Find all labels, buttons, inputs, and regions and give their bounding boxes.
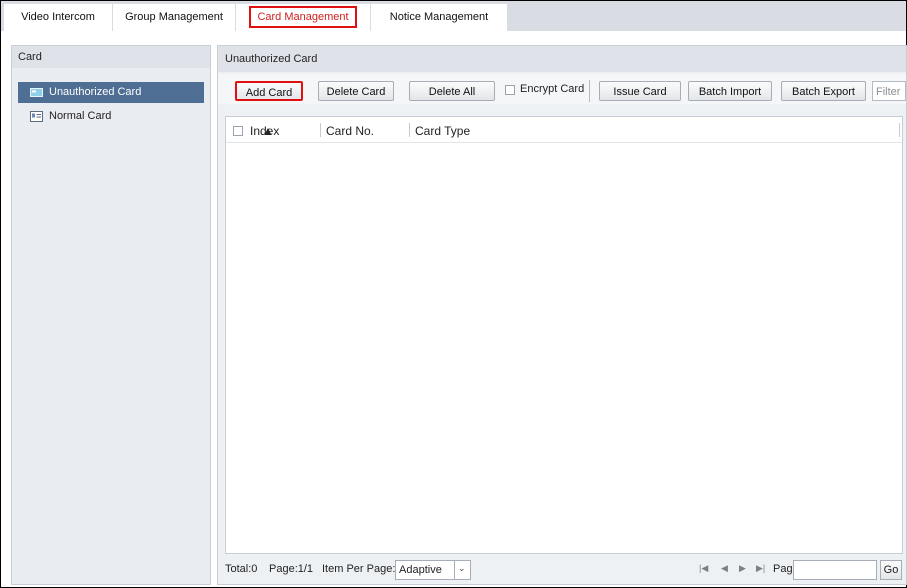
sidebar-item-unauthorized-card[interactable]: Unauthorized Card [18, 82, 204, 103]
column-header-card-type[interactable]: Card Type [415, 124, 470, 138]
toolbar-divider [589, 80, 590, 102]
panel-title: Unauthorized Card [218, 46, 906, 72]
tab-notice-management[interactable]: Notice Management [371, 4, 507, 31]
card-table: ▲ Index Card No. Card Type [225, 116, 903, 554]
items-per-page-value: Adaptive [399, 564, 442, 576]
column-header-index[interactable]: Index [250, 124, 279, 138]
sidebar-item-label: Unauthorized Card [49, 86, 142, 98]
first-page-icon[interactable]: |◀ [699, 563, 708, 574]
items-per-page-label: Item Per Page: [322, 563, 396, 575]
batch-import-button[interactable]: Batch Import [688, 81, 772, 101]
go-button[interactable]: Go [880, 560, 902, 580]
tab-content-top [1, 31, 906, 41]
total-count: Total:0 [225, 563, 258, 575]
items-per-page-select[interactable]: Adaptive ⌄ [395, 560, 471, 580]
tab-card-management[interactable]: Card Management [236, 4, 370, 32]
column-divider[interactable] [899, 123, 900, 137]
last-page-icon[interactable]: ▶| [756, 563, 765, 574]
card-list-panel: Unauthorized Card Add Card Delete Card D… [217, 45, 907, 585]
id-card-icon [30, 111, 43, 122]
sidebar-item-normal-card[interactable]: Normal Card [18, 106, 204, 127]
tab-group-management[interactable]: Group Management [113, 4, 235, 31]
delete-all-button[interactable]: Delete All [409, 81, 495, 101]
app-window: Video Intercom Group Management Card Man… [0, 0, 907, 588]
card-category-panel: Card Unauthorized Card Normal Card [11, 45, 211, 585]
column-divider[interactable] [409, 123, 410, 137]
add-card-button[interactable]: Add Card [235, 81, 303, 101]
column-divider[interactable] [320, 123, 321, 137]
sidebar-item-label: Normal Card [49, 110, 112, 122]
encrypt-card-label: Encrypt Card [520, 83, 585, 95]
card-icon [30, 88, 43, 97]
card-panel-title: Card [12, 46, 210, 68]
table-header: ▲ Index Card No. Card Type [226, 117, 902, 143]
tab-video-intercom[interactable]: Video Intercom [4, 4, 112, 31]
batch-export-button[interactable]: Batch Export [781, 81, 866, 101]
page-number-input[interactable] [793, 560, 877, 580]
next-page-icon[interactable]: ▶ [739, 563, 746, 574]
top-tab-bar: Video Intercom Group Management Card Man… [1, 1, 906, 33]
delete-card-button[interactable]: Delete Card [318, 81, 394, 101]
chevron-down-icon: ⌄ [458, 563, 466, 573]
prev-page-icon[interactable]: ◀ [721, 563, 728, 574]
page-info: Page:1/1 [269, 563, 314, 575]
tab-card-management-label: Card Management [249, 6, 357, 28]
issue-card-button[interactable]: Issue Card [599, 81, 681, 101]
card-toolbar: Add Card Delete Card Delete All Encrypt … [218, 74, 906, 104]
pagination-bar: Total:0 Page:1/1 Item Per Page: Adaptive… [218, 554, 906, 584]
filter-input[interactable]: Filter [872, 81, 906, 101]
select-all-checkbox[interactable] [233, 126, 243, 136]
encrypt-card-checkbox[interactable] [505, 85, 515, 95]
column-header-card-no[interactable]: Card No. [326, 124, 374, 138]
dropdown-toggle[interactable]: ⌄ [454, 561, 470, 579]
